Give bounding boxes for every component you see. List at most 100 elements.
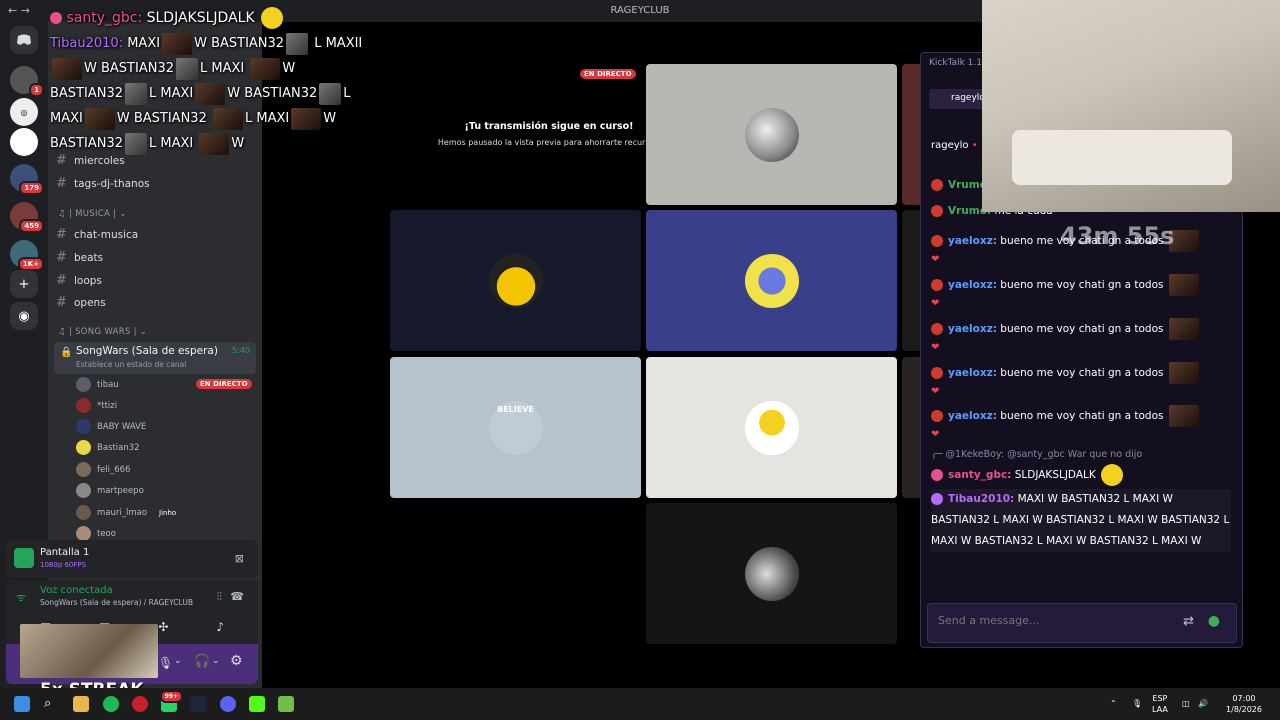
lock-icon: 🔒 [60, 347, 73, 358]
signal-icon[interactable]: ᯤ [16, 590, 26, 605]
language-indicator[interactable]: ESP LAA [1152, 693, 1168, 715]
avatar [76, 419, 91, 434]
mic-tray-icon[interactable]: 🎙 [1132, 698, 1142, 709]
network-icon[interactable]: ◫ [1182, 698, 1190, 709]
channel-item[interactable]: # beats [56, 250, 103, 265]
voice-member[interactable]: martpeepo [76, 483, 144, 498]
channel-item[interactable]: # loops [56, 273, 102, 288]
voice-member[interactable]: BABY WAVE [76, 419, 146, 434]
discord-icon[interactable] [220, 696, 236, 712]
soundboard-icon[interactable]: ♪ [216, 620, 224, 644]
category-music[interactable]: ♫ | MUSICA | ⌄ [58, 209, 127, 219]
server-icon[interactable] [10, 128, 38, 156]
video-tile[interactable] [390, 210, 641, 351]
channel-item[interactable]: # opens [56, 295, 106, 310]
send-icon[interactable]: ● [1208, 613, 1220, 629]
chat-message: yaeloxz: bueno me voy chati gn a todos ❤ [931, 405, 1231, 442]
category-songwars[interactable]: ♫ | SONG WARS | ⌄ [58, 327, 147, 337]
tab-rageylo[interactable]: rageylo [929, 89, 989, 109]
kick-icon[interactable] [249, 696, 265, 712]
emote-icon [1168, 318, 1199, 340]
emote-icon [162, 32, 193, 55]
reply-context[interactable]: ╭─ @1KekeBoy: @santy_gbc War que no dijo [931, 447, 1231, 462]
voice-member[interactable]: feli_666 [76, 462, 130, 477]
video-tile[interactable] [646, 64, 897, 205]
activities-icon[interactable]: ✣ [158, 620, 168, 644]
gear-icon[interactable]: ⚙ [230, 653, 243, 669]
chat-message: santy_gbc: SLDJAKSLJDALK [931, 464, 1231, 486]
music-note-icon: ♫ [58, 209, 69, 219]
user-badge-icon [931, 493, 943, 505]
video-tile[interactable] [646, 357, 897, 498]
video-tile[interactable] [646, 210, 897, 351]
avatar [76, 462, 91, 477]
message-input-box: ⇄ ● [927, 603, 1237, 643]
server-icon[interactable]: 1 [10, 66, 44, 97]
emote-picker-icon[interactable]: ⇄ [1183, 614, 1194, 629]
avatar [744, 253, 799, 308]
screenshare-label: Pantalla 1 [40, 547, 90, 558]
spotify-icon[interactable] [103, 696, 119, 712]
heart-icon: ❤ [931, 342, 940, 353]
volume-icon[interactable]: 🔊 [1198, 698, 1208, 709]
headphones-icon[interactable]: 🎧 [194, 654, 210, 669]
overlay-chat-user: Tibau2010: [50, 36, 124, 51]
avatar [744, 400, 799, 455]
server-icon[interactable]: 1K+ [10, 240, 44, 271]
video-tile[interactable] [646, 503, 897, 644]
emote-icon [175, 57, 198, 80]
voice-member[interactable]: Bastian32 [76, 440, 140, 455]
voice-channel[interactable]: 🔒 SongWars (Sala de espera) Establece un… [54, 342, 256, 374]
cat-overlay-image [20, 624, 158, 678]
voice-channel-time: 5:40 [232, 346, 250, 355]
opera-icon[interactable] [132, 696, 148, 712]
voice-member[interactable]: tibau [76, 377, 119, 392]
windows-start-icon[interactable] [14, 696, 30, 712]
message-input[interactable] [938, 614, 1158, 627]
file-explorer-icon[interactable] [73, 696, 89, 712]
whatsapp-icon[interactable]: 99+ [159, 690, 183, 712]
heart-icon: ❤ [931, 298, 940, 309]
minecraft-icon[interactable] [278, 696, 294, 712]
channel-item[interactable]: # tags-dj-thanos [56, 176, 150, 191]
steam-icon[interactable] [190, 696, 206, 712]
user-badge-icon [931, 235, 943, 247]
emote-icon [1101, 464, 1124, 486]
avatar [744, 107, 799, 162]
user-badge-icon [931, 367, 943, 379]
video-tile[interactable]: BELIEVE [390, 357, 641, 498]
believe-text: BELIEVE [497, 404, 534, 414]
chevron-down-icon[interactable]: ⌄ [212, 656, 220, 666]
overlay-chat-line: Tibau2010: MAXI W BASTIAN32 L MAXIIW BAST… [50, 31, 370, 156]
hash-icon: # [56, 273, 67, 288]
screenshare-quality: 1080p 60FPS [40, 561, 87, 569]
server-icon[interactable]: 459 [10, 202, 44, 233]
emote-icon [199, 132, 230, 155]
disconnect-icon[interactable]: ☎ [230, 590, 244, 603]
server-icon[interactable]: ◎ [10, 98, 38, 126]
heart-icon: ❤ [931, 429, 940, 440]
voice-location[interactable]: SongWars (Sala de espera) / RAGEYCLUB [40, 598, 193, 607]
chevron-up-icon[interactable]: ⌃ [1110, 698, 1117, 709]
avatar [76, 483, 91, 498]
noise-suppression-icon[interactable]: ⫶⫶ [217, 590, 223, 604]
discord-home-icon[interactable] [10, 26, 38, 54]
clock[interactable]: 07:00 1/8/2026 [1220, 693, 1268, 715]
member-tag: Jinho [159, 508, 177, 517]
explore-icon[interactable]: ◉ [10, 302, 38, 330]
live-badge: EN DIRECTO [196, 379, 252, 389]
voice-channel-status[interactable]: Establece un estado de canal [76, 360, 186, 369]
voice-member[interactable]: *ttizi [76, 398, 117, 413]
server-icon[interactable]: 179 [10, 164, 44, 195]
voice-member[interactable]: teoo [76, 526, 116, 541]
overlay-chat-line: santy_gbc: SLDJAKSLJDALK [50, 6, 370, 31]
channel-item[interactable]: # chat-musica [56, 227, 138, 242]
avatar [76, 526, 91, 541]
search-icon[interactable]: ⌕ [44, 696, 60, 712]
voice-member[interactable]: mauri_lmao Jinho [76, 505, 176, 520]
add-server-icon[interactable]: + [10, 270, 38, 298]
stop-stream-icon[interactable]: ⊠ [235, 552, 244, 565]
user-badge-icon [931, 205, 943, 217]
chevron-down-icon[interactable]: ⌄ [174, 656, 182, 666]
mic-icon[interactable]: 🎙 [158, 656, 173, 670]
